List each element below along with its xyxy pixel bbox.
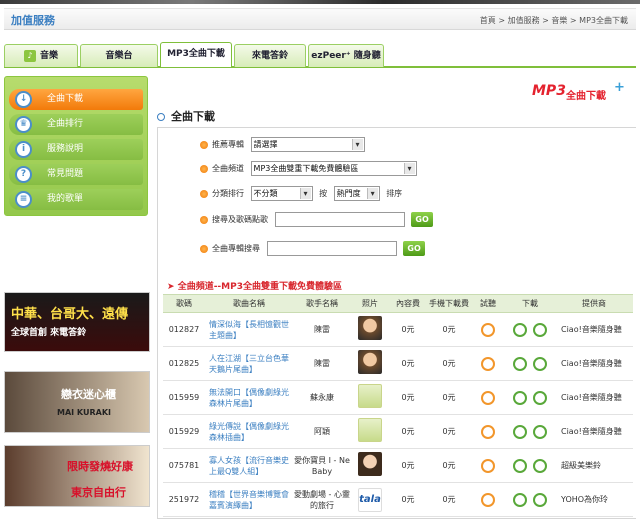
listen-icon[interactable] bbox=[481, 492, 495, 507]
ad-banner-ringback[interactable]: 中華、台哥大、遠傳 全球首創 來電答鈴 bbox=[4, 292, 150, 352]
phone-download-icon[interactable] bbox=[513, 356, 527, 371]
pc-download-icon[interactable] bbox=[533, 458, 547, 473]
singer-photo[interactable] bbox=[358, 316, 382, 340]
table-row: 015959 無法開口【偶像劇綠光森林片尾曲】 蘇永康 0元 0元 Ciao!音… bbox=[163, 380, 633, 415]
main-content: MP3 全曲下載 + 全曲下載 推薦專輯 請選擇 全曲頻道 MP3全曲雙重下載免… bbox=[155, 78, 636, 519]
table-row: 012825 人在江湖【三立台色華天鵝片尾曲】 陳雷 0元 0元 Ciao!音樂… bbox=[163, 346, 633, 381]
page: 加值服務 首頁 > 加值服務 > 音樂 > MP3全曲下載 ♪ 音樂 音樂台 MP… bbox=[0, 0, 640, 519]
filter-album: 推薦專輯 請選擇 bbox=[200, 137, 365, 153]
album-cover[interactable] bbox=[358, 418, 382, 442]
sidebar-item-playlist[interactable]: ≡ 我的歌單 bbox=[9, 189, 143, 210]
album-search-input[interactable] bbox=[266, 241, 397, 256]
table-header: 歌碼 歌曲名稱 歌手名稱 照片 內容費 手機下載費 試聽 下載 提供商 bbox=[163, 294, 633, 313]
song-link[interactable]: 稽稽【世界音樂博覽會嘉賓演繹曲】 bbox=[205, 482, 293, 517]
info-icon: i bbox=[15, 141, 32, 158]
bullet-icon bbox=[200, 189, 208, 198]
breadcrumb-home[interactable]: 首頁 bbox=[480, 16, 496, 25]
table-row: 075781 寡人女孩【流行音樂史上最Q雙人組】 愛你寶貝 I - Ne Bab… bbox=[163, 448, 633, 483]
pc-download-icon[interactable] bbox=[533, 424, 547, 439]
sidebar-item-service[interactable]: i 服務說明 bbox=[9, 139, 143, 160]
filter-sort: 分類排行 不分類 按 熱門度 排序 bbox=[200, 186, 406, 202]
listen-icon[interactable] bbox=[481, 424, 495, 439]
sidebar-item-ranking[interactable]: ♛ 全曲排行 bbox=[9, 114, 143, 135]
tab-bar: ♪ 音樂 音樂台 MP3全曲下載 來電答鈴 ezPeer⁺ 隨身聽 bbox=[4, 42, 636, 68]
table-row: 012827 情深似海【長相憶觀世主題曲】 陳雷 0元 0元 Ciao!音樂隨身… bbox=[163, 312, 633, 347]
tab-music[interactable]: ♪ 音樂 bbox=[4, 44, 78, 67]
phone-download-icon[interactable] bbox=[513, 424, 527, 439]
phone-download-icon[interactable] bbox=[513, 458, 527, 473]
pc-download-icon[interactable] bbox=[533, 322, 547, 337]
singer-photo[interactable] bbox=[358, 350, 382, 374]
listen-icon[interactable] bbox=[481, 458, 495, 473]
song-link[interactable]: 寡人女孩【流行音樂史上最Q雙人組】 bbox=[205, 448, 293, 483]
keyword-input[interactable] bbox=[274, 212, 405, 227]
pc-download-icon[interactable] bbox=[533, 492, 547, 507]
filter-keyword: 搜尋及歌碼點歌 GO bbox=[200, 212, 434, 228]
sidebar-item-download[interactable]: ↓ 全曲下載 bbox=[9, 89, 143, 110]
pc-download-icon[interactable] bbox=[533, 356, 547, 371]
list-icon: ≡ bbox=[15, 191, 32, 208]
song-link[interactable]: 情深似海【長相憶觀世主題曲】 bbox=[205, 312, 293, 347]
bullet-icon bbox=[200, 244, 208, 253]
song-link[interactable]: 無法開口【偶像劇綠光森林片尾曲】 bbox=[205, 380, 293, 415]
album-go-button[interactable]: GO bbox=[403, 241, 426, 256]
breadcrumb-current: MP3全曲下載 bbox=[579, 16, 628, 25]
song-link[interactable]: 人在江湖【三立台色華天鵝片尾曲】 bbox=[205, 346, 293, 381]
sidebar-item-faq[interactable]: ? 常見問題 bbox=[9, 164, 143, 185]
tab-ezpeer[interactable]: ezPeer⁺ 隨身聽 bbox=[308, 44, 384, 67]
mp3-download-logo: MP3 全曲下載 + bbox=[532, 80, 625, 102]
album-select[interactable]: 請選擇 bbox=[250, 137, 365, 152]
tab-music-channel[interactable]: 音樂台 bbox=[80, 44, 158, 67]
listen-icon[interactable] bbox=[481, 356, 495, 371]
channel-select[interactable]: MP3全曲雙重下載免費體驗區 bbox=[250, 161, 417, 176]
bullet-icon bbox=[200, 164, 208, 173]
phone-download-icon[interactable] bbox=[513, 390, 527, 405]
bullet-icon bbox=[200, 140, 208, 149]
breadcrumb-music[interactable]: 音樂 bbox=[551, 16, 567, 25]
download-icon: ↓ bbox=[15, 91, 32, 108]
bullet-icon bbox=[200, 215, 208, 224]
page-title: 加值服務 bbox=[11, 14, 55, 27]
breadcrumb: 首頁 > 加值服務 > 音樂 > MP3全曲下載 bbox=[479, 16, 628, 25]
question-icon: ? bbox=[15, 166, 32, 183]
tala-cover[interactable]: tala bbox=[358, 487, 382, 512]
music-icon: ♪ bbox=[23, 49, 36, 62]
listen-icon[interactable] bbox=[481, 390, 495, 405]
album-cover[interactable] bbox=[358, 384, 382, 408]
ad-banner-tokyo-trip[interactable]: 限時發燒好康 東京自由行 bbox=[4, 445, 150, 507]
filter-album-search: 全曲專輯搜尋 GO bbox=[200, 241, 426, 257]
channel-heading: ➤ 全曲頻道--MP3全曲雙重下載免費體驗區 bbox=[167, 282, 342, 292]
sidebar: ↓ 全曲下載 ♛ 全曲排行 i 服務說明 ? 常見問題 ≡ 我的歌單 bbox=[4, 76, 148, 216]
top-banner-strip bbox=[0, 0, 640, 4]
breadcrumb-value-added[interactable]: 加值服務 bbox=[508, 16, 540, 25]
crown-icon: ♛ bbox=[15, 116, 32, 133]
song-table: 歌碼 歌曲名稱 歌手名稱 照片 內容費 手機下載費 試聽 下載 提供商 0128… bbox=[163, 294, 633, 517]
category-select[interactable]: 不分類 bbox=[250, 186, 313, 201]
singer-photo[interactable] bbox=[358, 452, 382, 476]
sort-order-select[interactable]: 熱門度 bbox=[333, 186, 380, 201]
tab-ringback[interactable]: 來電答鈴 bbox=[234, 44, 306, 67]
table-row: 251972 稽稽【世界音樂博覽會嘉賓演繹曲】 愛動劇場 - 心靈的旅行 tal… bbox=[163, 482, 633, 517]
listen-icon[interactable] bbox=[481, 322, 495, 337]
ad-banner-mai-kuraki[interactable]: 戀衣迷心櫃 MAI KURAKI bbox=[4, 371, 150, 433]
phone-download-icon[interactable] bbox=[513, 322, 527, 337]
tab-mp3-download[interactable]: MP3全曲下載 bbox=[160, 42, 232, 67]
section-title: 全曲下載 bbox=[157, 108, 215, 124]
song-link[interactable]: 綠光傳說【偶像劇綠光森林插曲】 bbox=[205, 414, 293, 449]
phone-download-icon[interactable] bbox=[513, 492, 527, 507]
pc-download-icon[interactable] bbox=[533, 390, 547, 405]
title-bar: 加值服務 首頁 > 加值服務 > 音樂 > MP3全曲下載 bbox=[4, 8, 636, 30]
filter-channel: 全曲頻道 MP3全曲雙重下載免費體驗區 bbox=[200, 161, 417, 177]
table-row: 015929 綠光傳說【偶像劇綠光森林插曲】 阿穎 0元 0元 Ciao!音樂隨… bbox=[163, 414, 633, 449]
keyword-go-button[interactable]: GO bbox=[411, 212, 434, 227]
